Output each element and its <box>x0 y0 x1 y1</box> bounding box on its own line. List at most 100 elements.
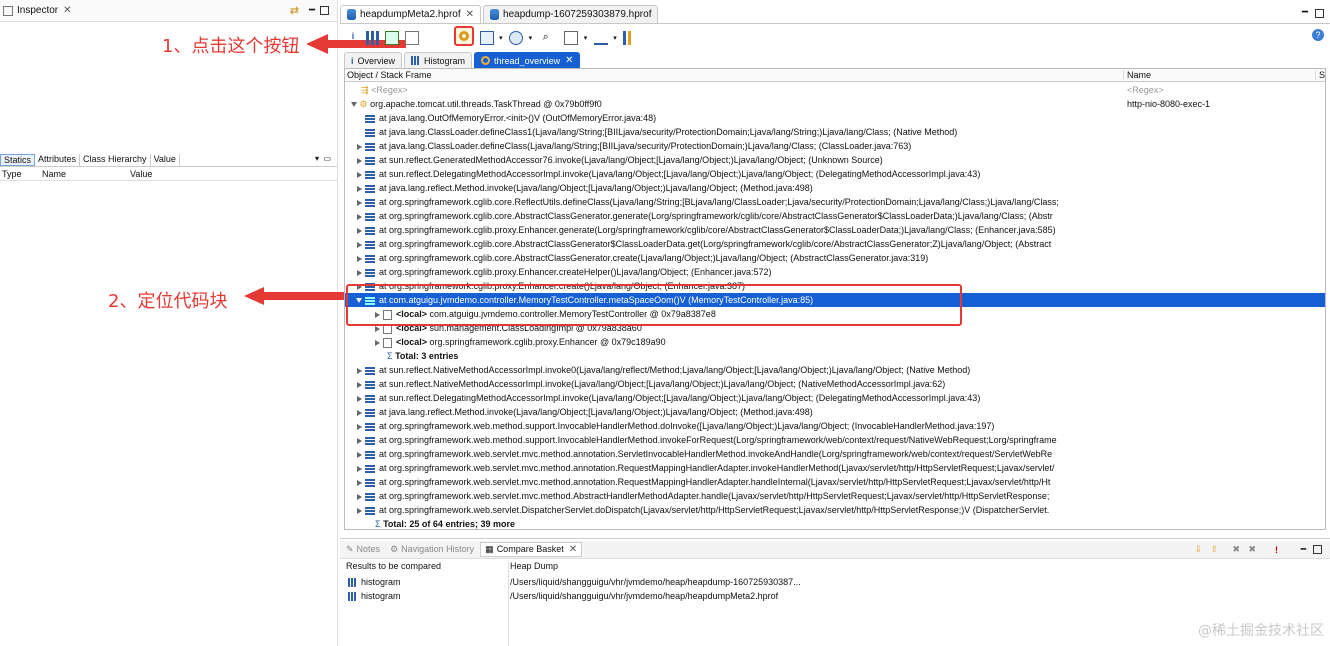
column-heap-dump[interactable]: Heap Dump <box>510 561 558 571</box>
chevron-down-icon[interactable] <box>351 102 357 108</box>
column-name[interactable]: Name <box>1123 70 1313 80</box>
chevron-down-icon[interactable]: ▾ <box>584 35 588 42</box>
stack-frame-row[interactable]: at java.lang.reflect.Method.invoke(Ljava… <box>345 405 1325 419</box>
chevron-right-icon[interactable] <box>357 507 362 514</box>
stack-frame-row[interactable]: at org.springframework.web.servlet.Dispa… <box>345 503 1325 517</box>
column-object[interactable]: Object / Stack Frame <box>347 70 432 80</box>
oql-icon[interactable] <box>404 31 419 45</box>
remove-all-icon[interactable]: ✖ <box>1248 544 1256 555</box>
stack-frame-row[interactable]: at java.lang.OutOfMemoryError.<init>()V … <box>345 111 1325 125</box>
chevron-right-icon[interactable] <box>357 409 362 416</box>
chevron-right-icon[interactable] <box>357 451 362 458</box>
histogram-icon[interactable] <box>365 31 380 45</box>
file-tab-heapdump[interactable]: heapdump-1607259303879.hprof <box>483 5 659 23</box>
stack-frame-row[interactable]: at sun.reflect.GeneratedMethodAccessor76… <box>345 153 1325 167</box>
chevron-right-icon[interactable] <box>357 213 362 220</box>
minimize-icon[interactable]: ━ <box>1301 544 1306 555</box>
chevron-down-icon[interactable]: ▾ <box>529 35 533 42</box>
minimize-icon[interactable]: ━ <box>309 5 315 16</box>
export-icon[interactable] <box>623 31 638 45</box>
compare-icon[interactable]: ! <box>1275 545 1278 555</box>
tab-notes[interactable]: ✎ Notes <box>346 544 380 555</box>
stack-frame-row[interactable]: at org.springframework.cglib.proxy.Enhan… <box>345 223 1325 237</box>
tab-class-hierarchy[interactable]: Class Hierarchy <box>80 154 151 166</box>
chevron-right-icon[interactable] <box>357 395 362 402</box>
tab-overview[interactable]: i Overview <box>344 52 403 68</box>
stack-frame-row[interactable]: at org.springframework.cglib.proxy.Enhan… <box>345 265 1325 279</box>
chevron-right-icon[interactable] <box>357 465 362 472</box>
column-type[interactable]: Type <box>2 169 22 179</box>
regex-filter-input[interactable]: <Regex> <box>371 85 408 95</box>
close-icon[interactable]: ✕ <box>569 544 577 555</box>
stack-frame-row[interactable]: at org.springframework.cglib.core.Abstra… <box>345 251 1325 265</box>
stack-frame-row[interactable]: at sun.reflect.DelegatingMethodAccessorI… <box>345 391 1325 405</box>
stack-frame-row[interactable]: at sun.reflect.NativeMethodAccessorImpl.… <box>345 377 1325 391</box>
stack-frame-row[interactable]: at org.springframework.web.method.suppor… <box>345 433 1325 447</box>
chevron-right-icon[interactable] <box>357 171 362 178</box>
column-extra[interactable]: S <box>1315 70 1325 80</box>
stack-frame-row[interactable]: at java.lang.ClassLoader.defineClass(Lja… <box>345 139 1325 153</box>
move-down-icon[interactable]: ⇩ <box>1194 544 1202 555</box>
search-icon[interactable]: ⌕ <box>539 31 553 45</box>
chevron-down-icon[interactable]: ▾ <box>499 35 503 42</box>
maximize-icon[interactable] <box>1315 9 1324 18</box>
basket-row[interactable]: histogram/Users/liquid/shangguigu/vhr/jv… <box>340 589 1330 603</box>
chevron-right-icon[interactable] <box>357 255 362 262</box>
chevron-right-icon[interactable] <box>357 381 362 388</box>
run-report-icon[interactable] <box>479 31 494 45</box>
stack-frame-row[interactable]: at java.lang.reflect.Method.invoke(Ljava… <box>345 181 1325 195</box>
chevron-right-icon[interactable] <box>357 493 362 500</box>
close-icon[interactable]: ✕ <box>565 55 573 66</box>
pin-icon[interactable]: ⇄ <box>290 4 299 17</box>
regex-filter-row[interactable]: ⇶ <Regex> <Regex> <box>345 83 1325 97</box>
calculate-retained-icon[interactable] <box>593 31 608 45</box>
dominator-tree-icon[interactable] <box>385 31 400 45</box>
column-results[interactable]: Results to be compared <box>346 561 441 571</box>
chevron-right-icon[interactable] <box>375 339 380 346</box>
tab-value[interactable]: Value <box>151 154 180 166</box>
chevron-down-icon[interactable]: ▾ <box>613 35 617 42</box>
tab-navigation-history[interactable]: ⚙ Navigation History <box>390 544 474 555</box>
stack-frame-row[interactable]: at org.springframework.cglib.core.Reflec… <box>345 195 1325 209</box>
minimize-icon[interactable]: ▭ <box>323 154 331 163</box>
tab-histogram[interactable]: Histogram <box>404 52 473 68</box>
stack-frame-row[interactable]: at org.springframework.web.servlet.mvc.m… <box>345 461 1325 475</box>
view-menu-icon[interactable]: ▾ <box>315 154 319 163</box>
minimize-icon[interactable]: ━ <box>1302 7 1308 18</box>
chevron-right-icon[interactable] <box>357 423 362 430</box>
stack-frame-row[interactable]: at org.springframework.web.method.suppor… <box>345 419 1325 433</box>
chevron-right-icon[interactable] <box>375 325 380 332</box>
stack-frame-row[interactable]: at sun.reflect.DelegatingMethodAccessorI… <box>345 167 1325 181</box>
thread-row[interactable]: ⚙ org.apache.tomcat.util.threads.TaskThr… <box>345 97 1325 111</box>
stack-frame-row[interactable]: at sun.reflect.NativeMethodAccessorImpl.… <box>345 363 1325 377</box>
help-icon[interactable]: ? <box>1312 29 1324 41</box>
chevron-right-icon[interactable] <box>357 199 362 206</box>
local-variable-row[interactable]: <local> org.springframework.cglib.proxy.… <box>345 335 1325 349</box>
chevron-right-icon[interactable] <box>357 479 362 486</box>
column-name[interactable]: Name <box>42 169 66 179</box>
chevron-right-icon[interactable] <box>357 227 362 234</box>
maximize-icon[interactable] <box>1313 545 1322 554</box>
stack-frame-row[interactable]: at java.lang.ClassLoader.defineClass1(Lj… <box>345 125 1325 139</box>
stack-frame-row[interactable]: at org.springframework.web.servlet.mvc.m… <box>345 475 1325 489</box>
tab-attributes[interactable]: Attributes <box>35 154 81 166</box>
chevron-right-icon[interactable] <box>357 269 362 276</box>
file-tab-heapdumpmeta2[interactable]: heapdumpMeta2.hprof ✕ <box>340 5 482 23</box>
tab-thread-overview[interactable]: thread_overview ✕ <box>474 52 581 68</box>
chevron-right-icon[interactable] <box>357 143 362 150</box>
thread-overview-button[interactable] <box>454 26 475 46</box>
close-icon[interactable]: ✕ <box>63 5 71 16</box>
chevron-right-icon[interactable] <box>357 367 362 374</box>
group-by-icon[interactable] <box>564 31 579 45</box>
column-value[interactable]: Value <box>130 169 152 179</box>
basket-row[interactable]: histogram/Users/liquid/shangguigu/vhr/jv… <box>340 575 1330 589</box>
chevron-right-icon[interactable] <box>357 437 362 444</box>
tab-statics[interactable]: Statics <box>0 154 36 166</box>
close-icon[interactable]: ✕ <box>466 9 474 20</box>
stack-frame-row[interactable]: at org.springframework.cglib.core.Abstra… <box>345 209 1325 223</box>
regex-name-filter-input[interactable]: <Regex> <box>1127 83 1164 97</box>
tab-compare-basket[interactable]: ▦ Compare Basket ✕ <box>480 542 583 557</box>
info-icon[interactable]: i <box>346 31 360 45</box>
stack-frame-row[interactable]: at org.springframework.web.servlet.mvc.m… <box>345 489 1325 503</box>
chevron-right-icon[interactable] <box>357 157 362 164</box>
